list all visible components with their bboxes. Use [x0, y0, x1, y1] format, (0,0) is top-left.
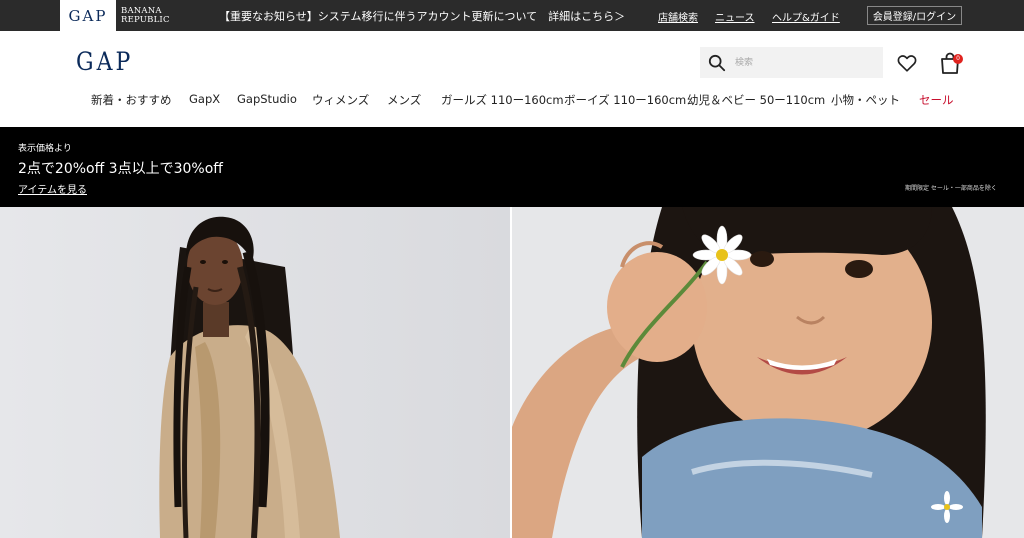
nav-item-gapstudio[interactable]: GapStudio	[237, 92, 297, 106]
promo-note: 期間限定 セール・一部商品を除く	[905, 185, 997, 192]
help-guide-link[interactable]: ヘルプ&ガイド	[772, 9, 840, 24]
nav-item-sale[interactable]: セール	[919, 92, 954, 108]
nav-item-gapx[interactable]: GapX	[189, 92, 220, 106]
hero-photo-kids	[512, 207, 1024, 538]
nav-item-girls[interactable]: ガールズ 110ー160cm	[441, 92, 564, 108]
brand-gap-label: GAP	[68, 6, 108, 25]
news-link[interactable]: ニュース	[715, 9, 755, 24]
search-input[interactable]	[735, 54, 875, 71]
brand-tab-banana-republic[interactable]: BANANA REPUBLIC	[116, 0, 180, 31]
promo-cta-link[interactable]: アイテムを見る	[18, 181, 87, 196]
search-box[interactable]	[700, 47, 883, 78]
promo-banner[interactable]: 表示価格より 2点で20%off 3点以上で30%off アイテムを見る 期間限…	[0, 127, 1024, 207]
nav-item-new[interactable]: 新着・おすすめ	[91, 92, 172, 108]
nav-item-mens[interactable]: メンズ	[387, 92, 421, 108]
hero-image-womens[interactable]	[0, 207, 510, 538]
brand-br-line2: REPUBLIC	[121, 14, 170, 25]
promo-eyebrow: 表示価格より	[18, 144, 72, 154]
search-icon[interactable]	[708, 54, 726, 72]
top-utility-bar: GAP BANANA REPUBLIC 【重要なお知らせ】システム移行に伴うアカ…	[0, 0, 1024, 31]
nav-item-baby[interactable]: 幼児＆ベビー 50ー110cm	[687, 92, 825, 108]
store-search-link[interactable]: 店舗検索	[658, 9, 698, 24]
bag-count-badge: 0	[953, 54, 963, 64]
hero-image-kids[interactable]	[512, 207, 1024, 538]
nav-item-accessories[interactable]: 小物・ペット	[831, 92, 900, 108]
hero-photo-womens	[0, 207, 510, 538]
brand-tab-gap[interactable]: GAP	[60, 0, 116, 31]
nav-item-boys[interactable]: ボーイズ 110ー160cm	[564, 92, 686, 108]
heart-icon[interactable]	[896, 52, 918, 74]
nav-item-womens[interactable]: ウィメンズ	[312, 92, 369, 108]
register-login-button[interactable]: 会員登録/ログイン	[867, 6, 962, 25]
gap-logo[interactable]: GAP	[76, 48, 133, 77]
important-notice-link[interactable]: 【重要なお知らせ】システム移行に伴うアカウント更新について 詳細はこちら＞	[219, 8, 625, 24]
promo-headline: 2点で20%off 3点以上で30%off	[18, 161, 223, 177]
